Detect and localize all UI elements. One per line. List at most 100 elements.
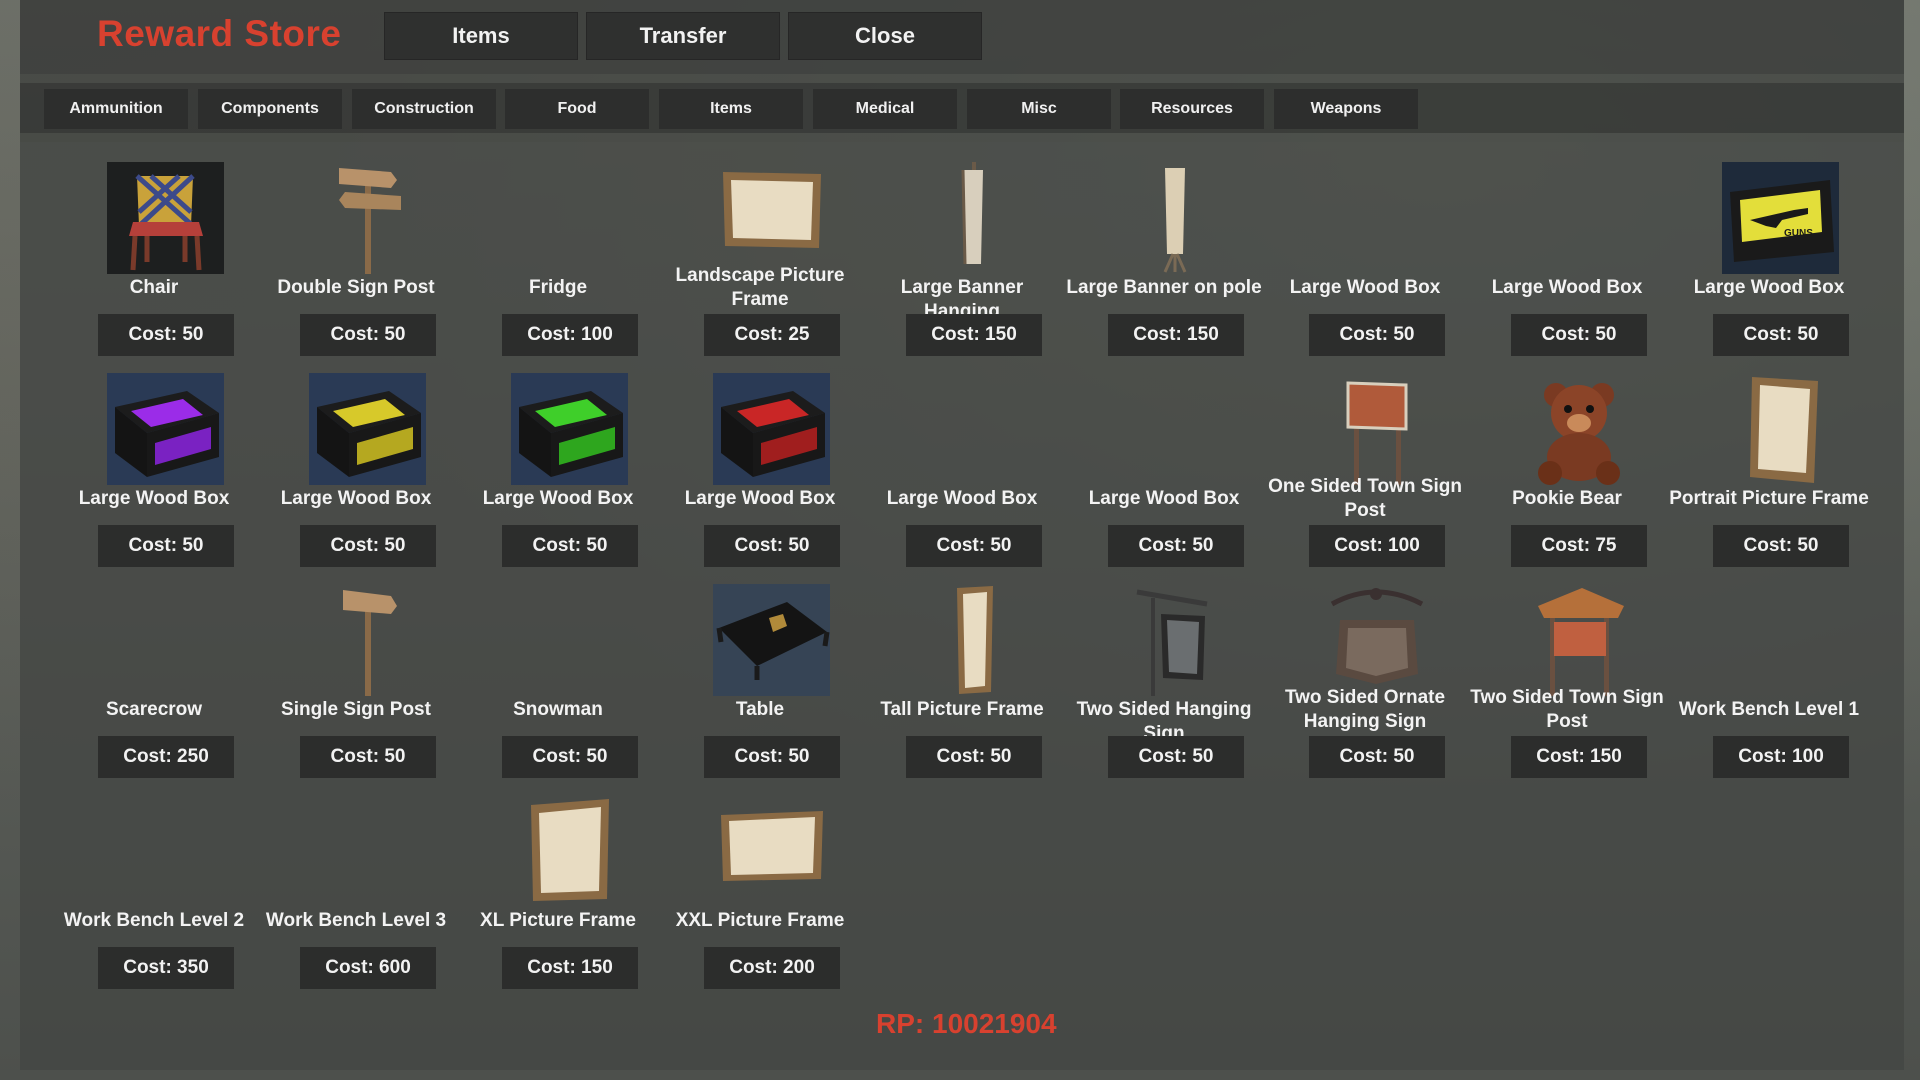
- buy-cost-button[interactable]: Cost: 350: [98, 947, 234, 989]
- store-item[interactable]: Two Sided Town Sign Post Cost: 150: [1467, 564, 1667, 778]
- buy-cost-button[interactable]: Cost: 50: [1713, 525, 1849, 567]
- item-name: Landscape Picture Frame: [675, 265, 845, 310]
- buy-cost-button[interactable]: Cost: 50: [502, 736, 638, 778]
- buy-cost-button[interactable]: Cost: 50: [906, 736, 1042, 778]
- store-item[interactable]: Scarecrow Cost: 250: [54, 564, 254, 778]
- empty-icon-slot: [511, 162, 628, 274]
- item-name: One Sided Town Sign Post: [1268, 476, 1462, 521]
- category-resources[interactable]: Resources: [1120, 89, 1264, 129]
- close-button[interactable]: Close: [788, 12, 982, 60]
- category-construction[interactable]: Construction: [352, 89, 496, 129]
- category-ammunition[interactable]: Ammunition: [44, 89, 188, 129]
- category-components[interactable]: Components: [198, 89, 342, 129]
- red-crate-icon: [713, 373, 830, 485]
- buy-cost-button[interactable]: Cost: 100: [1713, 736, 1849, 778]
- store-item[interactable]: Table Cost: 50: [660, 564, 860, 778]
- teddy-bear-icon: [1520, 373, 1637, 485]
- buy-cost-button[interactable]: Cost: 250: [98, 736, 234, 778]
- store-item[interactable]: Work Bench Level 2 Cost: 350: [54, 775, 254, 989]
- store-item[interactable]: Large Wood Box Cost: 50: [54, 353, 254, 567]
- category-medical[interactable]: Medical: [813, 89, 957, 129]
- buy-cost-button[interactable]: Cost: 50: [1108, 736, 1244, 778]
- buy-cost-button[interactable]: Cost: 50: [1713, 314, 1849, 356]
- ornate-sign-icon: [1318, 584, 1435, 696]
- item-name: Work Bench Level 1: [1678, 699, 1860, 720]
- buy-cost-button[interactable]: Cost: 50: [1511, 314, 1647, 356]
- buy-cost-button[interactable]: Cost: 100: [1309, 525, 1445, 567]
- item-name: Large Wood Box: [78, 488, 230, 509]
- item-name: Scarecrow: [105, 699, 203, 720]
- store-item[interactable]: Snowman Cost: 50: [458, 564, 658, 778]
- item-name: Large Wood Box: [1088, 488, 1240, 509]
- store-item[interactable]: Large Wood Box Cost: 50: [862, 353, 1062, 567]
- portrait-frame-icon: [1722, 373, 1839, 485]
- reward-points-display: RP: 10021904: [876, 1008, 1057, 1039]
- transfer-tab-button[interactable]: Transfer: [586, 12, 780, 60]
- item-name: Large Wood Box: [280, 488, 432, 509]
- store-item[interactable]: Large Wood Box Cost: 50: [458, 353, 658, 567]
- store-item[interactable]: Work Bench Level 3 Cost: 600: [256, 775, 456, 989]
- store-item[interactable]: Portrait Picture Frame Cost: 50: [1669, 353, 1869, 567]
- store-item[interactable]: Fridge Cost: 100: [458, 142, 658, 356]
- landscape-frame-icon: [713, 162, 830, 274]
- item-name: Large Wood Box: [886, 488, 1038, 509]
- category-food[interactable]: Food: [505, 89, 649, 129]
- item-name: Work Bench Level 3: [265, 910, 447, 931]
- buy-cost-button[interactable]: Cost: 25: [704, 314, 840, 356]
- buy-cost-button[interactable]: Cost: 50: [906, 525, 1042, 567]
- item-name: XXL Picture Frame: [675, 910, 845, 931]
- item-name: XL Picture Frame: [480, 910, 636, 931]
- store-item[interactable]: Landscape Picture Frame Cost: 25: [660, 142, 860, 356]
- buy-cost-button[interactable]: Cost: 50: [704, 525, 840, 567]
- buy-cost-button[interactable]: Cost: 50: [502, 525, 638, 567]
- buy-cost-button[interactable]: Cost: 50: [300, 525, 436, 567]
- category-items[interactable]: Items: [659, 89, 803, 129]
- buy-cost-button[interactable]: Cost: 50: [1108, 525, 1244, 567]
- store-item[interactable]: Single Sign Post Cost: 50: [256, 564, 456, 778]
- store-item[interactable]: One Sided Town Sign Post Cost: 100: [1265, 353, 1465, 567]
- empty-icon-slot: [1722, 584, 1839, 696]
- store-item[interactable]: Large Banner Hanging Cost: 150: [862, 142, 1062, 356]
- store-item[interactable]: Large Wood Box Cost: 50: [1467, 142, 1667, 356]
- store-item[interactable]: Large Wood Box Cost: 50: [256, 353, 456, 567]
- store-item[interactable]: Tall Picture Frame Cost: 50: [862, 564, 1062, 778]
- store-item[interactable]: Two Sided Ornate Hanging Sign Cost: 50: [1265, 564, 1465, 778]
- buy-cost-button[interactable]: Cost: 50: [300, 736, 436, 778]
- item-name: Fridge: [528, 277, 588, 298]
- buy-cost-button[interactable]: Cost: 150: [1511, 736, 1647, 778]
- store-item[interactable]: Chair Cost: 50: [54, 142, 254, 356]
- category-misc[interactable]: Misc: [967, 89, 1111, 129]
- buy-cost-button[interactable]: Cost: 150: [502, 947, 638, 989]
- store-item[interactable]: Two Sided Hanging Sign Cost: 50: [1064, 564, 1264, 778]
- buy-cost-button[interactable]: Cost: 150: [906, 314, 1042, 356]
- item-name: Large Banner on pole: [1066, 277, 1262, 298]
- buy-cost-button[interactable]: Cost: 75: [1511, 525, 1647, 567]
- store-item[interactable]: Large Wood Box Cost: 50: [1064, 353, 1264, 567]
- buy-cost-button[interactable]: Cost: 150: [1108, 314, 1244, 356]
- buy-cost-button[interactable]: Cost: 50: [1309, 736, 1445, 778]
- item-name: Table: [735, 699, 785, 720]
- buy-cost-button[interactable]: Cost: 50: [98, 525, 234, 567]
- buy-cost-button[interactable]: Cost: 50: [300, 314, 436, 356]
- buy-cost-button[interactable]: Cost: 50: [704, 736, 840, 778]
- buy-cost-button[interactable]: Cost: 600: [300, 947, 436, 989]
- store-item[interactable]: Double Sign Post Cost: 50: [256, 142, 456, 356]
- store-item[interactable]: Large Banner on pole Cost: 150: [1064, 142, 1264, 356]
- store-item[interactable]: XXL Picture Frame Cost: 200: [660, 775, 860, 989]
- store-item[interactable]: Pookie Bear Cost: 75: [1467, 353, 1667, 567]
- buy-cost-button[interactable]: Cost: 200: [704, 947, 840, 989]
- buy-cost-button[interactable]: Cost: 100: [502, 314, 638, 356]
- store-item[interactable]: XL Picture Frame Cost: 150: [458, 775, 658, 989]
- item-name: Large Wood Box: [684, 488, 836, 509]
- chair-icon: [107, 162, 224, 274]
- buy-cost-button[interactable]: Cost: 50: [98, 314, 234, 356]
- store-item[interactable]: Work Bench Level 1 Cost: 100: [1669, 564, 1869, 778]
- store-item[interactable]: Large Wood Box Cost: 50: [660, 353, 860, 567]
- town-sign-icon: [1318, 373, 1435, 485]
- buy-cost-button[interactable]: Cost: 50: [1309, 314, 1445, 356]
- items-tab-button[interactable]: Items: [384, 12, 578, 60]
- store-item[interactable]: GUNS Large Wood Box Cost: 50: [1669, 142, 1869, 356]
- item-name: Large Wood Box: [1289, 277, 1441, 298]
- store-item[interactable]: Large Wood Box Cost: 50: [1265, 142, 1465, 356]
- category-weapons[interactable]: Weapons: [1274, 89, 1418, 129]
